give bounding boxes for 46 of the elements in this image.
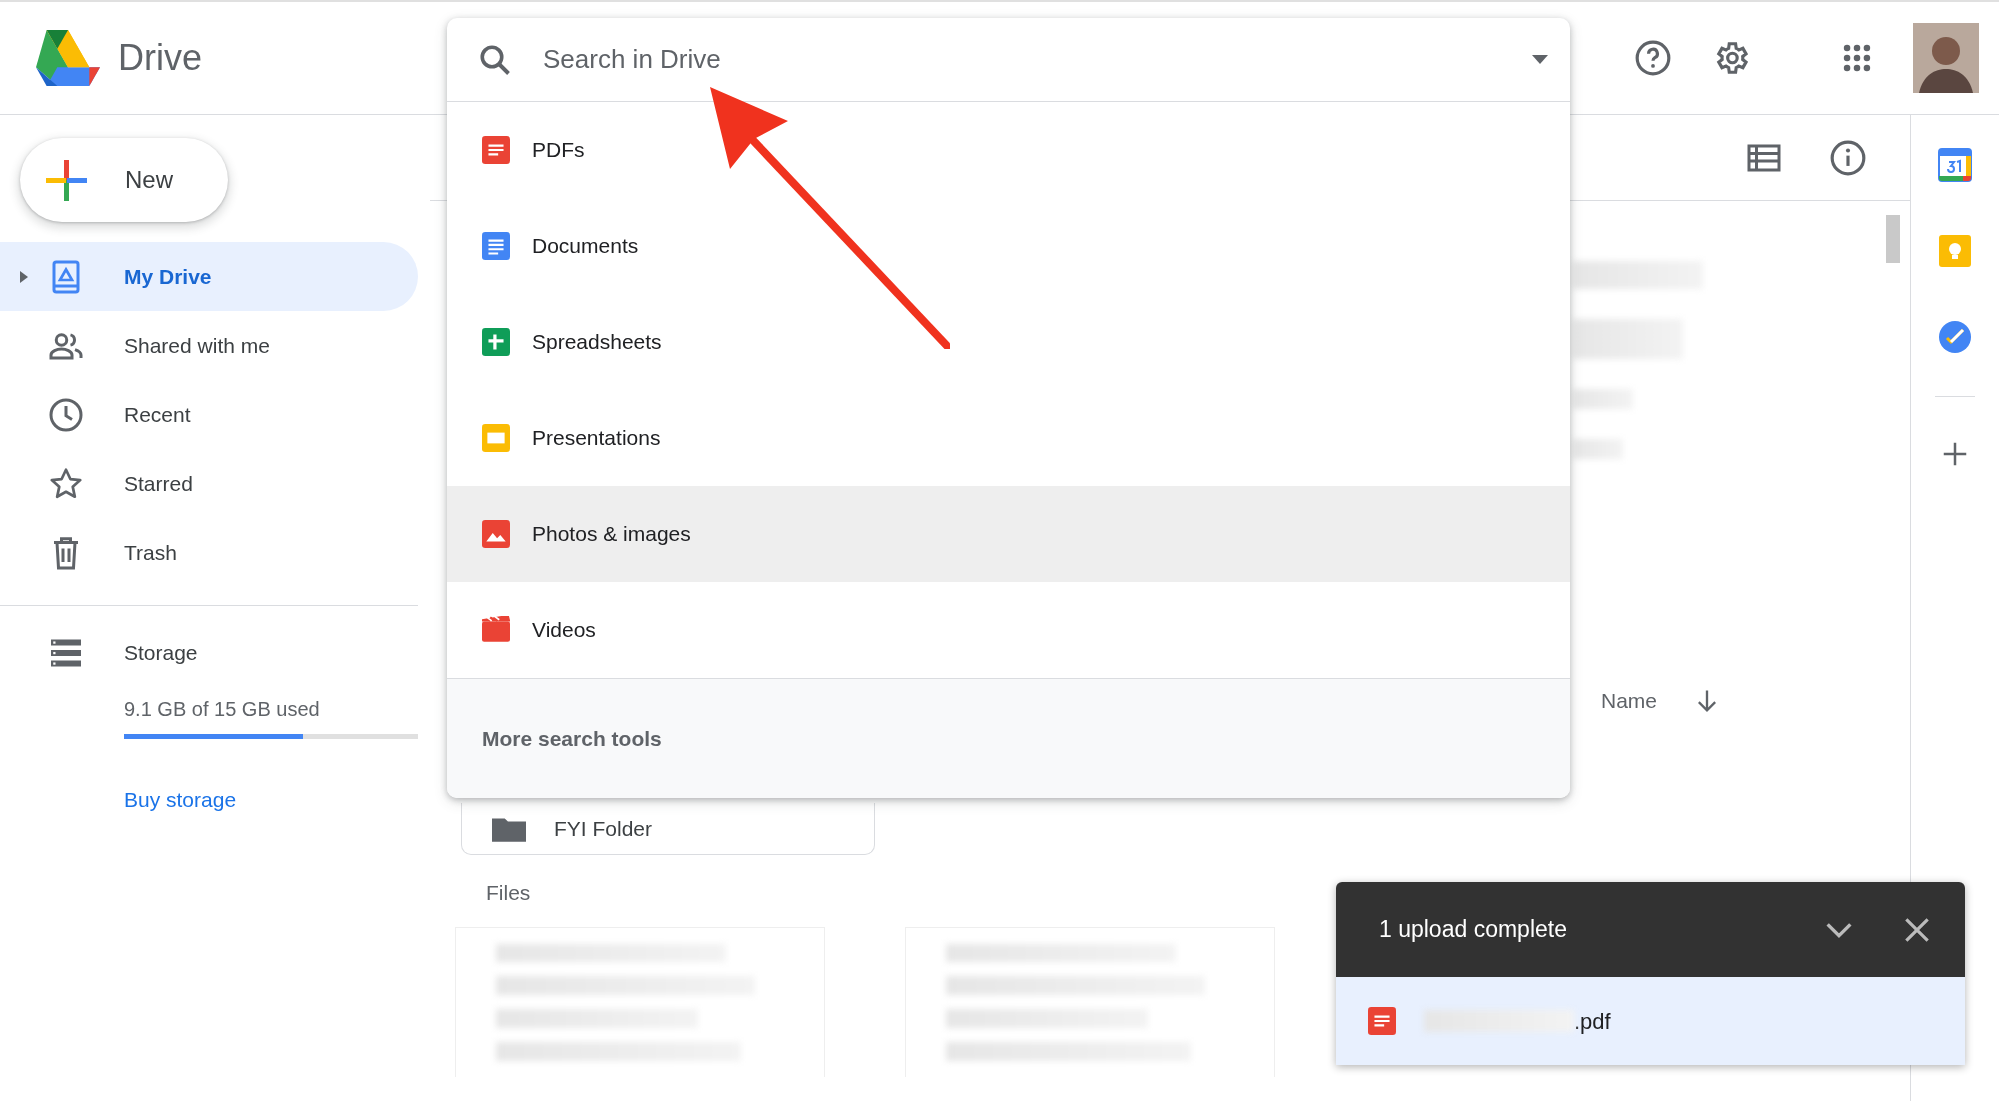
sort-button[interactable]: Name xyxy=(1601,673,1658,729)
document-icon xyxy=(482,232,510,260)
file-name[interactable]: .pdf xyxy=(1574,1004,1611,1038)
checkmark-icon[interactable] xyxy=(1938,320,1972,354)
nav-item[interactable]: Trash xyxy=(0,518,418,587)
menu-item[interactable]: Spreadsheets xyxy=(447,294,1570,390)
calendar-icon[interactable] xyxy=(1938,148,1972,182)
blurred-area xyxy=(1573,389,1633,409)
more-search-tools-button[interactable]: More search tools xyxy=(482,722,662,755)
app-name: Drive xyxy=(118,36,202,80)
avatar[interactable] xyxy=(1913,23,1979,93)
drive-logo xyxy=(36,30,100,86)
plus-icon xyxy=(46,159,87,201)
nav-item[interactable]: Starred xyxy=(0,449,418,518)
file-thumbnail[interactable] xyxy=(905,926,1275,1077)
menu-item[interactable]: Videos xyxy=(447,582,1570,678)
nav-item[interactable]: Shared with me xyxy=(0,311,418,380)
storage-label[interactable]: Storage xyxy=(124,637,198,669)
blurred-area xyxy=(1573,439,1623,459)
nav-item[interactable]: My Drive xyxy=(0,242,418,311)
menu-item[interactable]: Documents xyxy=(447,198,1570,294)
expand-arrow-icon[interactable] xyxy=(20,270,28,283)
video-icon xyxy=(482,616,510,644)
caret-icon[interactable] xyxy=(1532,55,1548,64)
storage-usage: 9.1 GB of 15 GB used xyxy=(123,697,321,722)
menu-item[interactable]: PDFs xyxy=(447,102,1570,198)
pdf-icon xyxy=(1368,1007,1396,1035)
buy-storage-link[interactable]: Buy storage xyxy=(124,784,237,816)
new-button[interactable]: New xyxy=(20,138,228,222)
pdf-icon xyxy=(482,136,510,164)
folder-icon xyxy=(492,815,526,842)
scrollbar-thumb[interactable] xyxy=(1886,215,1900,263)
menu-item[interactable]: Presentations xyxy=(447,390,1570,486)
clock-icon xyxy=(48,396,84,433)
presentation-icon xyxy=(482,424,510,452)
spreadsheet-icon xyxy=(482,328,510,356)
folder-card[interactable]: FYI Folder xyxy=(461,803,875,855)
section-heading: Files xyxy=(486,880,532,906)
search-field[interactable]: Search in Drive xyxy=(513,39,1532,80)
image-icon xyxy=(482,520,510,548)
menu-item[interactable]: Photos & images xyxy=(447,486,1570,582)
file-thumbnail[interactable] xyxy=(455,926,825,1077)
help-icon xyxy=(1634,39,1672,77)
info-icon xyxy=(1829,138,1867,177)
nav-item[interactable]: Recent xyxy=(0,380,418,449)
upload-title: 1 upload complete xyxy=(1379,915,1568,945)
